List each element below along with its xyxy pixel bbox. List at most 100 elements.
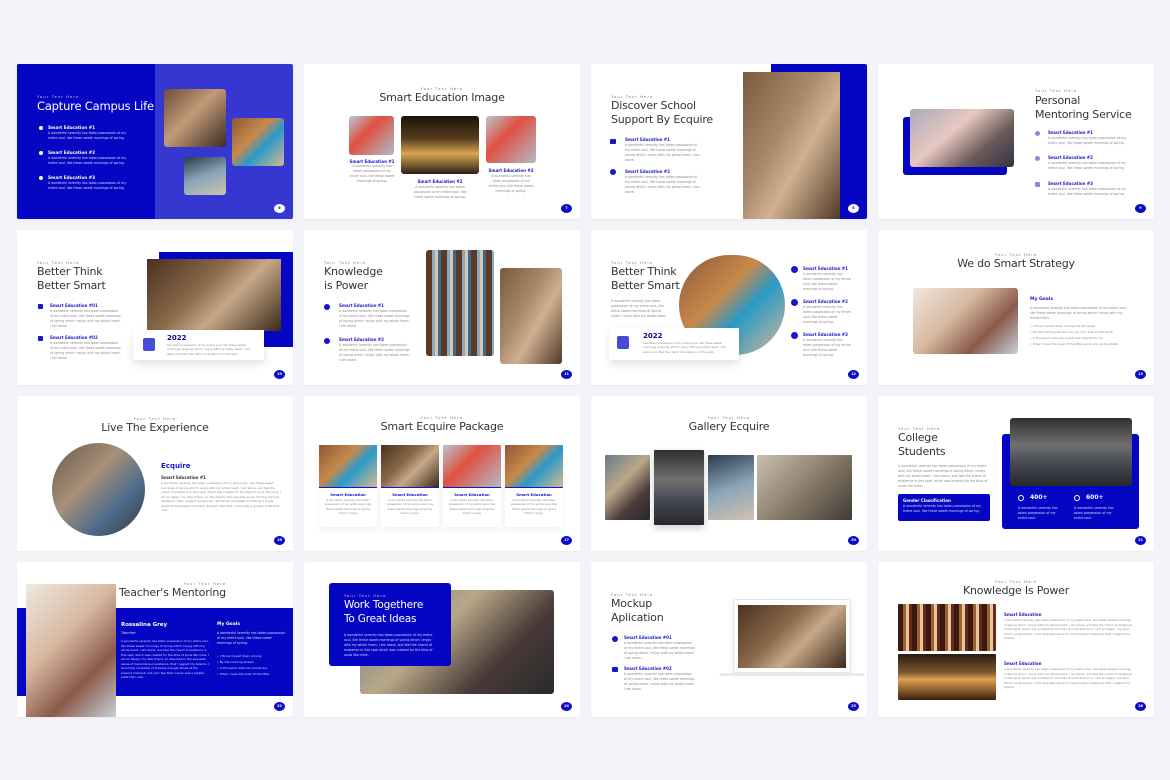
slide-title-line2: Aplication — [611, 611, 664, 624]
slide-knowledge-is-power-1[interactable]: Your Text Here Knowledge is Power Smart … — [304, 230, 580, 385]
eyebrow: Your Text Here — [1035, 89, 1078, 93]
slide-title-line1: Work Togethere — [344, 599, 424, 611]
card-photo — [319, 445, 377, 488]
classroom-photo — [184, 157, 226, 195]
slide-knowledge-is-power-2[interactable]: Your Text Here Knowledge Is Power Smart … — [878, 562, 1154, 717]
year-value: 2022 — [167, 334, 187, 342]
item-heading: Smart Education #1 — [48, 125, 96, 130]
item-text: A wonderful serenity has taken possessio… — [50, 341, 121, 360]
intro-text: A wonderful serenity has taken possessio… — [611, 299, 667, 318]
slide-title-line1: Better Think — [611, 265, 677, 278]
item-text: A wonderful serenity has taken possessio… — [339, 343, 410, 362]
gallery-photo[interactable] — [708, 455, 754, 520]
goal-bullet: • By the trickling stream — [217, 660, 254, 664]
stat-text: A wonderful serenity has taken possessio… — [1018, 506, 1058, 520]
goal-bullet: • I throw myself down among the tall gra… — [1030, 324, 1096, 328]
item-heading: Smart Education #1 — [625, 137, 670, 142]
title-card: Your Text Here Work Togethere To Great I… — [329, 583, 451, 666]
bullet-icon — [791, 332, 798, 339]
page-number: 12 — [848, 370, 859, 379]
package-card[interactable]: Smart Education A wonderful serenity has… — [319, 445, 377, 527]
item-heading: Smart Education #1 — [803, 266, 848, 271]
slide-smart-education-image[interactable]: Your Text Here Smart Education Image Sma… — [304, 64, 580, 219]
card-photo — [505, 445, 563, 488]
item-text: A wonderful serenity has taken possessio… — [413, 185, 467, 199]
slide-title-line2: is Power — [324, 279, 368, 292]
slide-teachers-mentoring[interactable]: Your Text Here Teacher's Mentoring Rossa… — [17, 562, 293, 717]
bookshelf-photo — [898, 604, 996, 651]
check-icon — [39, 126, 43, 130]
gallery-photo[interactable] — [757, 455, 852, 520]
laptop-base — [719, 673, 865, 676]
book-icon — [38, 336, 43, 341]
slide-live-the-experience[interactable]: Your Text Here Live The Experience Ecqui… — [17, 396, 293, 551]
gallery-photo[interactable] — [605, 455, 650, 520]
gallery-photo[interactable] — [654, 450, 704, 525]
item-heading: Smart Education #2 — [417, 179, 463, 184]
item-text: A wonderful serenity has taken possessio… — [161, 481, 281, 512]
slide-title: Smart Education Image — [379, 91, 505, 104]
slide-smart-ecquire-package[interactable]: Your Text Here Smart Ecquire Package Sma… — [304, 396, 580, 551]
item-heading: Smart Education #01 — [50, 303, 98, 308]
page-number: 20 — [848, 536, 859, 545]
card-heading: Smart Education — [516, 492, 552, 497]
slide-discover-school-support[interactable]: Your Text Here Discover School Support B… — [591, 64, 867, 219]
goal-bullet: • When I hear the buzz of the little wor… — [1030, 342, 1119, 346]
card-photo — [381, 445, 439, 488]
item-text: A wonderful serenity has taken possessio… — [803, 272, 851, 291]
lightbulb-icon — [612, 636, 618, 642]
bullet-icon — [791, 299, 798, 306]
slide-title-line2: Students — [898, 445, 946, 458]
slide-better-think-2[interactable]: Your Text Here Better Think Better Smart… — [591, 230, 867, 385]
card-heading: Smart Education — [392, 492, 428, 497]
slide-title-line1: Personal — [1035, 94, 1081, 107]
slide-personal-mentoring[interactable]: Your Text Here Personal Mentoring Servic… — [878, 64, 1154, 219]
slide-title-line1: Mockup — [611, 597, 653, 610]
slide-title-line2: To Great Ideas — [344, 613, 417, 625]
eyebrow: Your Text Here — [344, 594, 387, 598]
slide-better-think-1[interactable]: Your Text Here Better Think Better Smart… — [17, 230, 293, 385]
item-heading: Smart Education #02 — [50, 335, 98, 340]
goal-bullet: • A thousand unknown plants are noticed … — [1030, 336, 1103, 340]
goals-heading: My Goals — [1030, 297, 1054, 302]
slide-title: Live The Experience — [101, 421, 209, 434]
item-text: A wonderful serenity has taken possessio… — [48, 131, 127, 140]
item-heading: Smart Education #2 — [803, 299, 848, 304]
slide-smart-strategy[interactable]: Your Text Here We do Smart Strategy My G… — [878, 230, 1154, 385]
item-text: A wonderful serenity has taken possessio… — [1048, 136, 1127, 145]
card-text: A wonderful serenity has taken possessio… — [386, 498, 434, 515]
card-text: A wonderful serenity has taken possessio… — [448, 498, 496, 515]
box-heading: Gender Classification — [903, 498, 951, 503]
slide-mockup-application[interactable]: Your Text Here Mockup Aplication Smart E… — [591, 562, 867, 717]
package-card[interactable]: Smart Education A wonderful serenity has… — [505, 445, 563, 527]
page-number: 17 — [561, 536, 572, 545]
slide-gallery-ecquire[interactable]: Your Text Here Gallery Ecquire 20 — [591, 396, 867, 551]
slide-college-students[interactable]: Your Text Here College Students A wonder… — [878, 396, 1154, 551]
goal-bullet: • A thousand unknown plants are — [217, 666, 268, 670]
library-photo — [743, 72, 840, 219]
slide-work-together[interactable]: Your Text Here Work Togethere To Great I… — [304, 562, 580, 717]
slide-title-line2: Support By Ecquire — [611, 113, 713, 126]
card-text: A wonderful serenity has taken possessio… — [324, 498, 372, 515]
page-number: 13 — [1135, 370, 1146, 379]
item-text: A wonderful serenity has taken possessio… — [624, 672, 695, 691]
package-card[interactable]: Smart Education A wonderful serenity has… — [381, 445, 439, 527]
campus-photo — [1010, 418, 1132, 486]
bookshelf-photo — [426, 250, 494, 356]
slide-title: We do Smart Strategy — [957, 257, 1075, 270]
card-text: A wonderful serenity has taken possessio… — [510, 498, 558, 515]
graduation-cap-icon — [610, 139, 616, 144]
slide-capture-campus-life[interactable]: Your Text Here Capture Campus Life Smart… — [17, 64, 293, 219]
page-number: 26 — [1135, 702, 1146, 711]
brand-heading: Ecquire — [161, 462, 191, 470]
package-card[interactable]: Smart Education A wonderful serenity has… — [443, 445, 501, 527]
year-text: has taken possession of my entire soul. … — [643, 341, 727, 354]
item-heading: Smart Education #2 — [339, 337, 384, 342]
female-icon — [1018, 495, 1024, 501]
auditorium-photo — [401, 116, 479, 174]
page-number: 16 — [274, 536, 285, 545]
item-heading: Smart Education #1 — [339, 303, 384, 308]
item-text: A wonderful serenity has taken possessio… — [625, 175, 700, 194]
year-card: 2022 has taken possession of my entire s… — [133, 330, 264, 360]
intro-text: A wonderful serenity has taken possessio… — [898, 464, 988, 488]
